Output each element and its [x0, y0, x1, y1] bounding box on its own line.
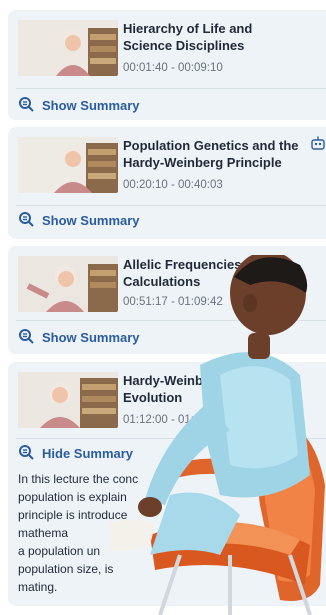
- lecture-timestamp: 00:01:40 - 00:09:10: [123, 62, 223, 74]
- divider: [16, 88, 326, 89]
- divider: [16, 205, 326, 206]
- search-doc-icon: [18, 444, 34, 463]
- search-doc-icon: [18, 96, 34, 115]
- lecture-card: Hierarchy of Life and Science Discipline…: [8, 10, 326, 120]
- lecture-card: Population Genetics and the Hardy-Weinbe…: [8, 127, 326, 239]
- lecture-thumbnail[interactable]: [18, 137, 118, 193]
- lecture-thumbnail[interactable]: [18, 256, 118, 312]
- show-summary-button[interactable]: Show Summary: [18, 211, 140, 230]
- lecture-title[interactable]: Hierarchy of Life and Science Discipline…: [123, 20, 303, 54]
- robot-icon[interactable]: [310, 135, 326, 151]
- lecture-thumbnail[interactable]: [18, 372, 118, 428]
- lecture-title[interactable]: Population Genetics and the Hardy-Weinbe…: [123, 137, 303, 171]
- show-summary-button[interactable]: Show Summary: [18, 96, 140, 115]
- search-doc-icon: [18, 328, 34, 347]
- lecture-timestamp: 00:20:10 - 00:40:03: [123, 179, 223, 191]
- person-on-chair-illustration: [110, 255, 325, 615]
- summary-label: Show Summary: [42, 98, 140, 113]
- lecture-thumbnail[interactable]: [18, 20, 118, 76]
- search-doc-icon: [18, 211, 34, 230]
- summary-label: Show Summary: [42, 213, 140, 228]
